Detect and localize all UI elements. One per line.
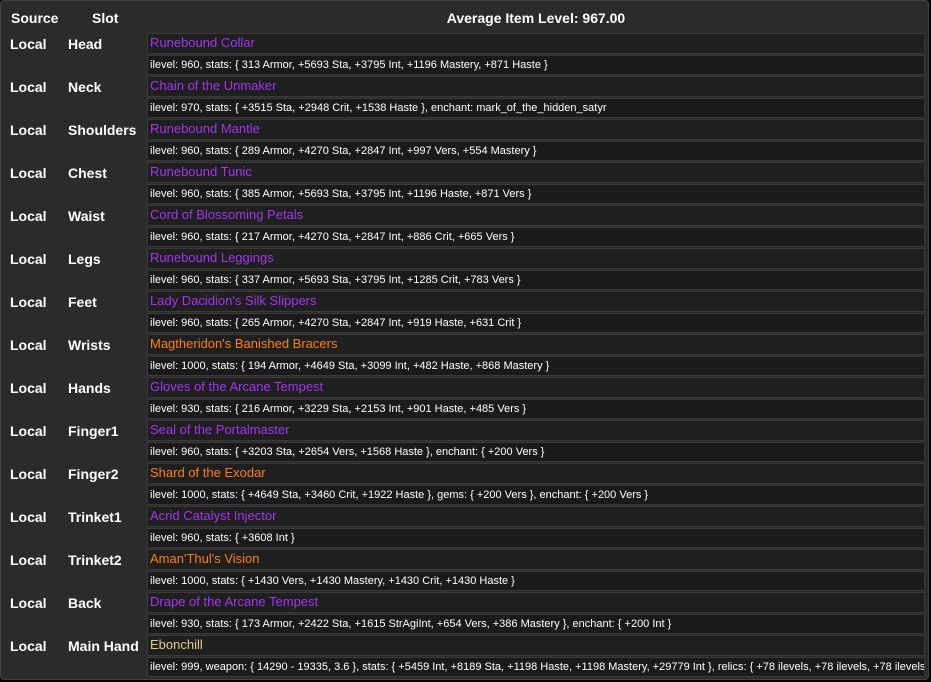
item-stats: ilevel: 960, stats: { 313 Armor, +5693 S… [147, 55, 925, 75]
item-slot: Trinket1 [68, 509, 122, 525]
item-source: Local [10, 79, 47, 95]
item-stats: ilevel: 960, stats: { +3608 Int } [147, 528, 925, 548]
gear-row: Local Trinket1 Acrid Catalyst Injector ilev… [1, 506, 930, 549]
item-stats: ilevel: 960, stats: { 337 Armor, +5693 S… [147, 270, 925, 290]
item-name-link[interactable]: Seal of the Portalmaster [147, 420, 925, 441]
gear-table-panel: Source Slot Average Item Level: 967.00 L… [0, 0, 929, 680]
gear-row: Local Waist Cord of Blossoming Petals ileve… [1, 205, 930, 248]
item-source: Local [10, 552, 47, 568]
item-source: Local [10, 509, 47, 525]
gear-row: Local Legs Runebound Leggings ilevel: 960, … [1, 248, 930, 291]
item-name-link[interactable]: Aman'Thul's Vision [147, 549, 925, 570]
item-source: Local [10, 466, 47, 482]
item-name-link[interactable]: Runebound Leggings [147, 248, 925, 269]
gear-row: Local Head Runebound Collar ilevel: 960, st… [1, 33, 930, 76]
item-name-link[interactable]: Acrid Catalyst Injector [147, 506, 925, 527]
item-slot: Wrists [68, 337, 111, 353]
item-slot: Main Hand [68, 638, 139, 654]
item-stats: ilevel: 1000, stats: { 194 Armor, +4649 … [147, 356, 925, 376]
gear-row: Local Shoulders Runebound Mantle ilevel: 96… [1, 119, 930, 162]
gear-row: Local Wrists Magtheridon's Banished Bracer… [1, 334, 930, 377]
item-slot: Back [68, 595, 102, 611]
item-stats: ilevel: 1000, stats: { +4649 Sta, +3460 … [147, 485, 925, 505]
gear-row: Local Trinket2 Aman'Thul's Vision ilevel: 1… [1, 549, 930, 592]
item-name-link[interactable]: Runebound Mantle [147, 119, 925, 140]
item-name-link[interactable]: Cord of Blossoming Petals [147, 205, 925, 226]
item-source: Local [10, 294, 47, 310]
item-source: Local [10, 251, 47, 267]
item-slot: Trinket2 [68, 552, 122, 568]
item-stats: ilevel: 960, stats: { +3203 Sta, +2654 V… [147, 442, 925, 462]
item-source: Local [10, 208, 47, 224]
item-slot: Finger1 [68, 423, 119, 439]
item-stats: ilevel: 960, stats: { 289 Armor, +4270 S… [147, 141, 925, 161]
item-name-link[interactable]: Lady Dacidion's Silk Slippers [147, 291, 925, 312]
slot-column-header: Slot [92, 10, 119, 26]
item-source: Local [10, 122, 47, 138]
item-slot: Legs [68, 251, 101, 267]
item-source: Local [10, 423, 47, 439]
item-name-link[interactable]: Chain of the Unmaker [147, 76, 925, 97]
item-slot: Head [68, 36, 103, 52]
gear-row: Local Feet Lady Dacidion's Silk Slippers il… [1, 291, 930, 334]
item-stats: ilevel: 970, stats: { +3515 Sta, +2948 C… [147, 98, 925, 118]
item-stats: ilevel: 960, stats: { 217 Armor, +4270 S… [147, 227, 925, 247]
item-name-link[interactable]: Ebonchill [147, 635, 925, 656]
item-stats: ilevel: 930, stats: { 216 Armor, +3229 S… [147, 399, 925, 419]
gear-row: Local Main Hand Ebonchill ilevel: 999, weap… [1, 635, 930, 678]
gear-row: Local Hands Gloves of the Arcane Tempest il… [1, 377, 930, 420]
item-stats: ilevel: 999, weapon: { 14290 - 19335, 3.… [147, 657, 925, 677]
item-name-link[interactable]: Shard of the Exodar [147, 463, 925, 484]
item-name-link[interactable]: Magtheridon's Banished Bracers [147, 334, 925, 355]
item-source: Local [10, 638, 47, 654]
item-name-link[interactable]: Runebound Tunic [147, 162, 925, 183]
gear-row: Local Chest Runebound Tunic ilevel: 960, st… [1, 162, 930, 205]
item-name-link[interactable]: Drape of the Arcane Tempest [147, 592, 925, 613]
item-slot: Hands [68, 380, 111, 396]
gear-row: Local Neck Chain of the Unmaker ilevel: 970… [1, 76, 930, 119]
item-slot: Neck [68, 79, 102, 95]
item-source: Local [10, 36, 47, 52]
item-stats: ilevel: 960, stats: { 265 Armor, +4270 S… [147, 313, 925, 333]
item-slot: Shoulders [68, 122, 137, 138]
item-source: Local [10, 595, 47, 611]
item-name-link[interactable]: Gloves of the Arcane Tempest [147, 377, 925, 398]
item-source: Local [10, 165, 47, 181]
item-source: Local [10, 380, 47, 396]
item-source: Local [10, 337, 47, 353]
average-item-level-header: Average Item Level: 967.00 [446, 10, 626, 26]
item-slot: Finger2 [68, 466, 119, 482]
item-slot: Feet [68, 294, 97, 310]
gear-row: Local Back Drape of the Arcane Tempest ilev… [1, 592, 930, 635]
item-name-link[interactable]: Runebound Collar [147, 33, 925, 54]
item-stats: ilevel: 930, stats: { 173 Armor, +2422 S… [147, 614, 925, 634]
gear-row: Local Finger2 Shard of the Exodar ilevel: 1… [1, 463, 930, 506]
gear-row: Local Finger1 Seal of the Portalmaster ilev… [1, 420, 930, 463]
source-column-header: Source [11, 10, 59, 26]
item-slot: Waist [68, 208, 105, 224]
item-stats: ilevel: 1000, stats: { +1430 Vers, +1430… [147, 571, 925, 591]
item-stats: ilevel: 960, stats: { 385 Armor, +5693 S… [147, 184, 925, 204]
item-slot: Chest [68, 165, 107, 181]
